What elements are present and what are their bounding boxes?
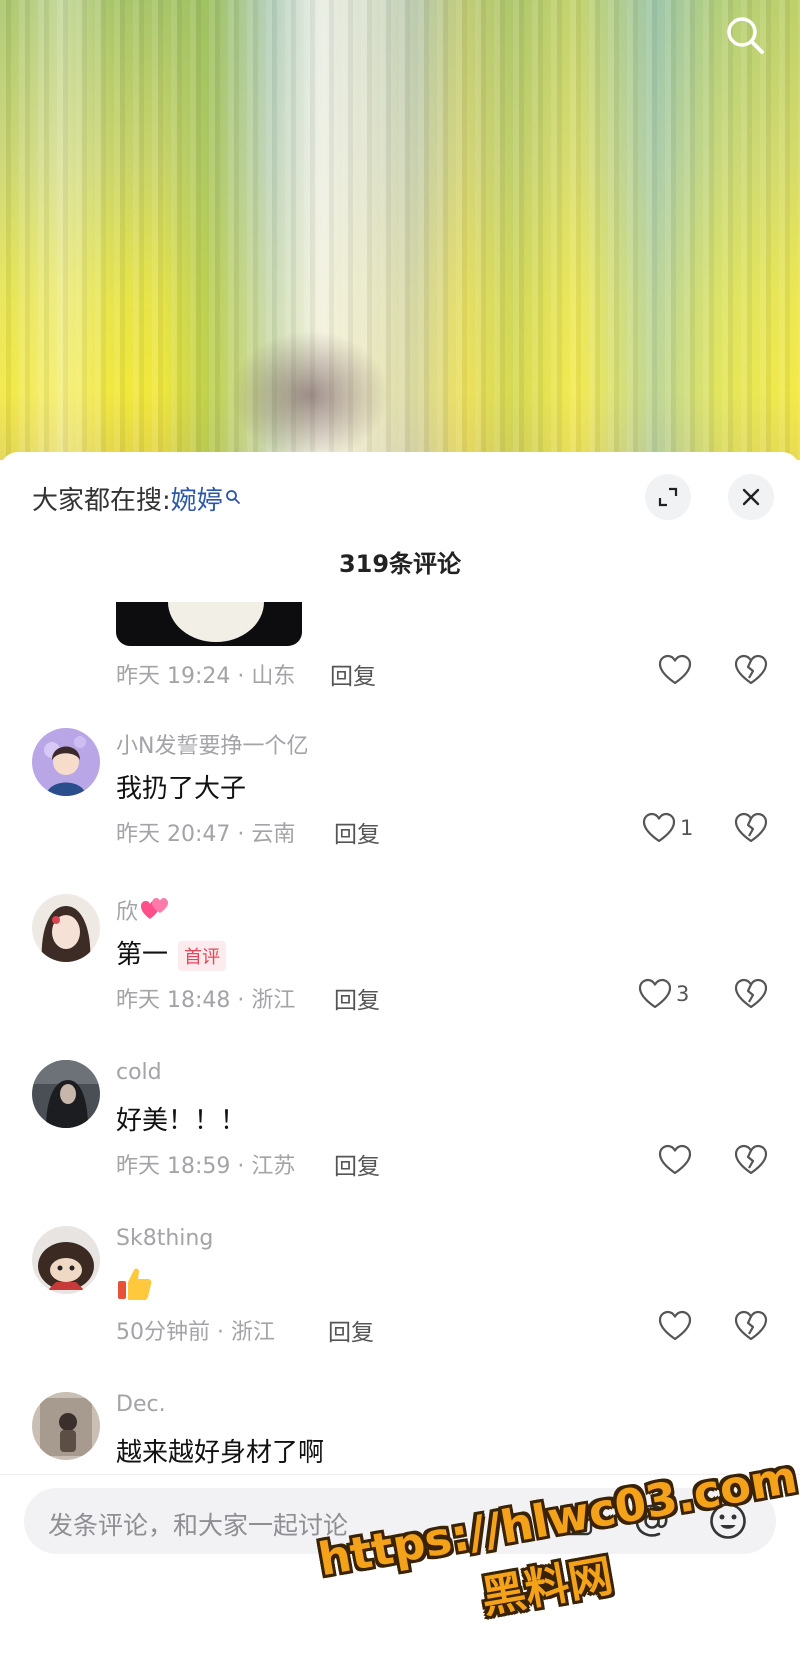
comment-meta: 昨天 18:48 · 浙江 [116, 988, 296, 1013]
comment-text [116, 1266, 154, 1309]
heart-outline-icon [658, 1144, 692, 1175]
reply-button[interactable]: 回复 [328, 1313, 374, 1347]
reply-button[interactable]: 回复 [330, 657, 376, 691]
dislike-button[interactable] [734, 1310, 768, 1346]
broken-heart-icon [734, 1310, 768, 1341]
comment-username[interactable]: Sk8thing [116, 1226, 213, 1251]
avatar[interactable] [32, 1060, 100, 1128]
hot-search-prefix: 大家都在搜: [32, 486, 171, 516]
avatar[interactable] [32, 1392, 100, 1460]
comment-meta: 50分钟前 · 浙江 [116, 1320, 275, 1345]
close-icon [742, 488, 760, 506]
reply-button[interactable]: 回复 [334, 815, 380, 849]
comment-list[interactable]: 昨天 19:24 · 山东 回复 小N发誓要挣一个亿 我扔了大子 昨天 20:4… [0, 602, 800, 1478]
search-icon [727, 17, 764, 54]
reply-button[interactable]: 回复 [334, 981, 380, 1015]
like-button[interactable]: 1 [642, 812, 693, 844]
comment-meta: 昨天 18:59 · 江苏 [116, 1154, 296, 1179]
comment-username[interactable]: 欣 [116, 894, 170, 929]
comment-count: 319条评论 [338, 550, 462, 578]
avatar[interactable] [32, 728, 100, 796]
broken-heart-icon [734, 812, 768, 843]
heart-outline-icon [658, 1310, 692, 1341]
broken-heart-icon [734, 654, 768, 685]
dislike-button[interactable] [734, 978, 768, 1014]
heart-outline-icon [642, 812, 676, 843]
like-button[interactable] [658, 654, 692, 686]
hot-search-magnifier-icon [225, 482, 241, 512]
comment-sheet-header: 大家都在搜:婉婷 319条评论 [0, 452, 800, 578]
comment-username[interactable]: 小N发誓要挣一个亿 [116, 728, 308, 760]
dislike-button[interactable] [734, 812, 768, 848]
broken-heart-icon [734, 978, 768, 1009]
avatar[interactable] [32, 894, 100, 962]
comment-text: 我扔了大子 [116, 774, 247, 804]
thumbs-up-emoji [116, 1266, 154, 1309]
comment-image[interactable] [116, 602, 302, 646]
comment-text: 第一 首评 [116, 934, 227, 971]
like-count: 3 [676, 982, 690, 1006]
dislike-button[interactable] [734, 654, 768, 690]
reply-button[interactable]: 回复 [334, 1147, 380, 1181]
like-count: 1 [680, 816, 694, 840]
heart-outline-icon [638, 978, 672, 1009]
first-comment-badge: 首评 [178, 940, 227, 971]
video-shadow [230, 330, 390, 460]
video-blur-texture [0, 0, 800, 460]
hot-search-keyword[interactable]: 婉婷 [171, 486, 223, 516]
like-button[interactable]: 3 [638, 978, 689, 1010]
expand-icon [658, 487, 678, 507]
like-button[interactable] [658, 1144, 692, 1176]
video-background [0, 0, 800, 460]
broken-heart-icon [734, 1144, 768, 1175]
dislike-button[interactable] [734, 1144, 768, 1180]
comment-text: 越来越好身材了啊 [116, 1438, 325, 1468]
avatar[interactable] [32, 1226, 100, 1294]
like-button[interactable] [658, 1310, 692, 1342]
heart-outline-icon [658, 654, 692, 685]
comment-text: 好美！！！ [116, 1106, 247, 1136]
comment-meta: 昨天 19:24 · 山东 [116, 664, 296, 689]
hot-search-bar[interactable]: 大家都在搜:婉婷 [32, 480, 241, 517]
comment-username[interactable]: cold [116, 1060, 162, 1085]
comment-username[interactable]: Dec. [116, 1392, 166, 1417]
close-button[interactable] [728, 474, 774, 520]
video-search-button[interactable] [722, 12, 768, 58]
heart-emoji [140, 897, 170, 929]
expand-button[interactable] [645, 474, 691, 520]
comment-meta: 昨天 20:47 · 云南 [116, 822, 296, 847]
